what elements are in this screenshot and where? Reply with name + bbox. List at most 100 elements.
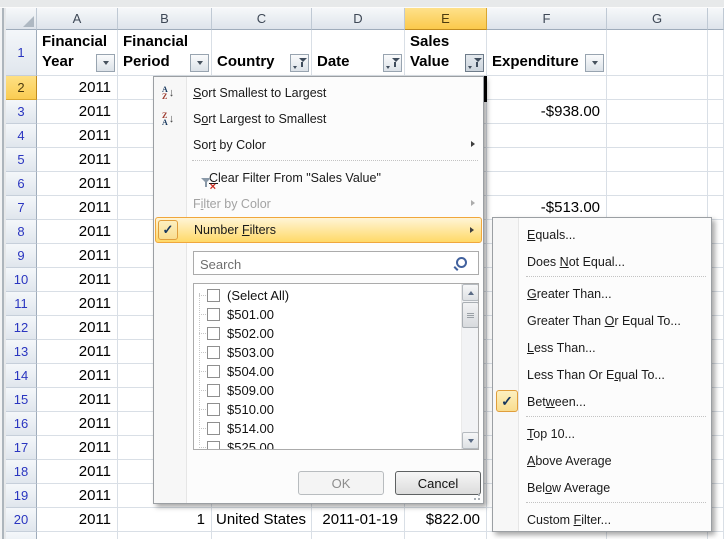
menu-item-sort-largest-to-smallest[interactable]: ZA ↓ Sort Largest to Smallest bbox=[155, 106, 482, 132]
cell-h-partial[interactable] bbox=[708, 76, 724, 100]
row-header[interactable]: 17 bbox=[6, 436, 37, 460]
cell-h-partial[interactable] bbox=[708, 100, 724, 124]
cell-financial-year[interactable]: 2011 bbox=[37, 388, 118, 412]
cell-expenditure[interactable]: -$938.00 bbox=[487, 100, 607, 124]
cell[interactable] bbox=[708, 532, 724, 539]
row-header[interactable]: 8 bbox=[6, 220, 37, 244]
cell[interactable] bbox=[118, 532, 212, 539]
submenu-item-equals[interactable]: Equals... bbox=[494, 221, 710, 248]
scroll-down-button[interactable] bbox=[462, 432, 479, 449]
column-header-c[interactable]: C bbox=[212, 8, 312, 30]
cell-expenditure-header[interactable]: Expenditure bbox=[487, 30, 607, 76]
checkbox-unchecked[interactable] bbox=[207, 346, 220, 359]
row-header[interactable]: 11 bbox=[6, 292, 37, 316]
filter-dropdown-button-year[interactable] bbox=[96, 54, 115, 72]
filter-value-item[interactable]: (Select All) bbox=[194, 286, 461, 305]
column-header-d[interactable]: D bbox=[312, 8, 405, 30]
menu-item-number-filters[interactable]: ✓ Number Filters bbox=[155, 217, 482, 243]
row-header[interactable]: 14 bbox=[6, 364, 37, 388]
cell-sales-value-header[interactable]: Sales Value bbox=[405, 30, 487, 76]
cell[interactable] bbox=[607, 532, 708, 539]
list-scrollbar[interactable] bbox=[461, 284, 478, 449]
checkbox-unchecked[interactable] bbox=[207, 308, 220, 321]
search-input[interactable] bbox=[198, 254, 452, 274]
cell-financial-year[interactable]: 2011 bbox=[37, 292, 118, 316]
cell-financial-year[interactable]: 2011 bbox=[37, 436, 118, 460]
row-header[interactable]: 3 bbox=[6, 100, 37, 124]
checkbox-unchecked[interactable] bbox=[207, 327, 220, 340]
cell-financial-year[interactable]: 2011 bbox=[37, 220, 118, 244]
submenu-item-greater-than-or-equal[interactable]: Greater Than Or Equal To... bbox=[494, 307, 710, 334]
cell[interactable] bbox=[487, 532, 607, 539]
cell-sales-value[interactable]: $822.00 bbox=[405, 508, 487, 532]
filter-value-item[interactable]: $501.00 bbox=[194, 305, 461, 324]
cell-country-header[interactable]: Country bbox=[212, 30, 312, 76]
scrollbar-thumb[interactable] bbox=[462, 302, 479, 328]
submenu-item-below-average[interactable]: Below Average bbox=[494, 474, 710, 501]
checkbox-unchecked[interactable] bbox=[207, 289, 220, 302]
row-header[interactable]: 13 bbox=[6, 340, 37, 364]
cell-h-partial[interactable] bbox=[708, 124, 724, 148]
search-icon[interactable] bbox=[456, 257, 467, 268]
row-header[interactable]: 9 bbox=[6, 244, 37, 268]
menu-item-sort-by-color[interactable]: Sort by Color bbox=[155, 132, 482, 158]
cell-financial-year[interactable]: 2011 bbox=[37, 412, 118, 436]
row-header[interactable]: 5 bbox=[6, 148, 37, 172]
row-header[interactable]: 19 bbox=[6, 484, 37, 508]
cell-financial-year[interactable]: 2011 bbox=[37, 244, 118, 268]
checkbox-unchecked[interactable] bbox=[207, 365, 220, 378]
submenu-item-top-10[interactable]: Top 10... bbox=[494, 420, 710, 447]
cell[interactable] bbox=[405, 532, 487, 539]
cell-g[interactable] bbox=[607, 148, 708, 172]
resize-grip[interactable] bbox=[468, 492, 480, 500]
row-header[interactable]: 6 bbox=[6, 172, 37, 196]
cell-financial-year[interactable]: 2011 bbox=[37, 340, 118, 364]
filter-value-item[interactable]: $503.00 bbox=[194, 343, 461, 362]
filter-dropdown-button-expenditure[interactable] bbox=[585, 54, 604, 72]
column-header-g[interactable]: G bbox=[607, 8, 708, 30]
row-header[interactable]: 20 bbox=[6, 508, 37, 532]
row-header[interactable]: 16 bbox=[6, 412, 37, 436]
cell-financial-year[interactable]: 2011 bbox=[37, 364, 118, 388]
cell-g[interactable] bbox=[607, 76, 708, 100]
cell-h-partial[interactable] bbox=[708, 148, 724, 172]
cell-financial-year[interactable]: 2011 bbox=[37, 100, 118, 124]
row-header[interactable]: 15 bbox=[6, 388, 37, 412]
cell-expenditure[interactable] bbox=[487, 76, 607, 100]
cell-financial-year-header[interactable]: Financial Year bbox=[37, 30, 118, 76]
cell-financial-year[interactable]: 2011 bbox=[37, 148, 118, 172]
column-header-h-partial[interactable] bbox=[708, 8, 724, 30]
column-header-a[interactable]: A bbox=[37, 8, 118, 30]
filter-value-item[interactable]: $525.00 bbox=[194, 438, 461, 450]
cell-financial-year[interactable]: 2011 bbox=[37, 172, 118, 196]
row-header[interactable]: 18 bbox=[6, 460, 37, 484]
row-header-21[interactable] bbox=[6, 532, 37, 539]
cell-expenditure[interactable] bbox=[487, 148, 607, 172]
select-all-corner[interactable] bbox=[6, 8, 37, 30]
filter-dropdown-button-sales-value[interactable] bbox=[465, 54, 484, 72]
menu-item-filter-by-color[interactable]: Filter by Color bbox=[155, 191, 482, 217]
cell-expenditure[interactable] bbox=[487, 124, 607, 148]
row-header-1[interactable]: 1 bbox=[6, 30, 37, 76]
cell-date-header[interactable]: Date bbox=[312, 30, 405, 76]
cell[interactable] bbox=[312, 532, 405, 539]
cell-h1-partial[interactable] bbox=[708, 30, 724, 76]
column-header-b[interactable]: B bbox=[118, 8, 212, 30]
cell-financial-period-header[interactable]: Financial Period bbox=[118, 30, 212, 76]
column-header-f[interactable]: F bbox=[487, 8, 607, 30]
submenu-item-above-average[interactable]: Above Average bbox=[494, 447, 710, 474]
checkbox-unchecked[interactable] bbox=[207, 403, 220, 416]
menu-item-clear-filter[interactable]: × Clear Filter From "Sales Value" bbox=[155, 165, 482, 191]
cell-g1[interactable] bbox=[607, 30, 708, 76]
cell-financial-year[interactable]: 2011 bbox=[37, 196, 118, 220]
cell-g[interactable] bbox=[607, 172, 708, 196]
cell[interactable] bbox=[212, 532, 312, 539]
row-header[interactable]: 4 bbox=[6, 124, 37, 148]
cell-financial-year[interactable]: 2011 bbox=[37, 484, 118, 508]
row-header[interactable]: 12 bbox=[6, 316, 37, 340]
cell-date[interactable]: 2011-01-19 bbox=[312, 508, 405, 532]
cell-expenditure[interactable] bbox=[487, 172, 607, 196]
checkbox-unchecked[interactable] bbox=[207, 441, 220, 450]
filter-value-item[interactable]: $504.00 bbox=[194, 362, 461, 381]
cell-financial-year[interactable]: 2011 bbox=[37, 268, 118, 292]
